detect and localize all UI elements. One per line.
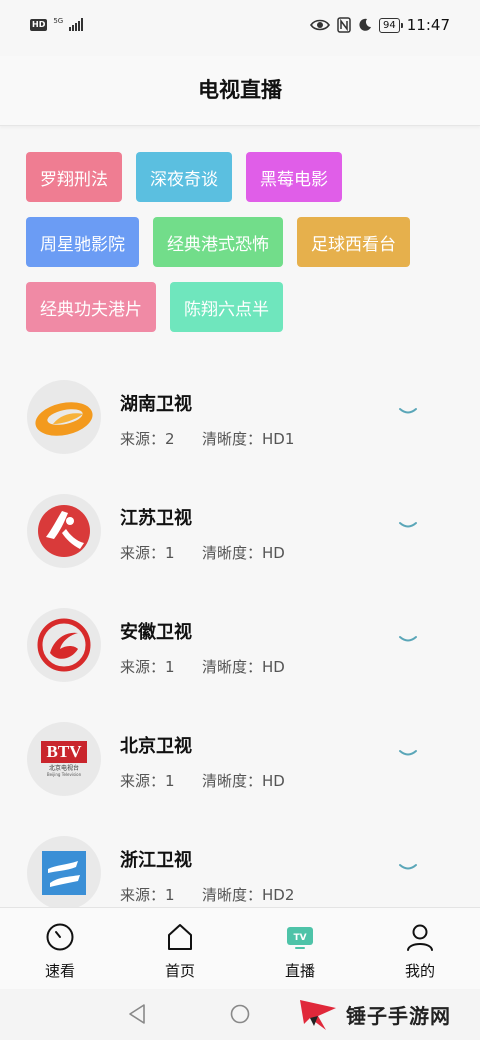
channel-source: 来源：1 (120, 658, 175, 676)
btv-logo: BTV 北京电视台 Beijing Television (27, 722, 101, 796)
channel-list: 湖南卫视 来源：2 清晰度：HD1 江苏卫视 来源：1 清晰度：HD 安徽卫视 … (0, 366, 480, 936)
svg-text:TV: TV (293, 933, 306, 943)
chevron-down-icon[interactable] (398, 406, 418, 418)
network-label: 5G (53, 16, 64, 25)
nav-item-home[interactable]: 首页 (120, 908, 240, 989)
hd-badge: HD (30, 18, 48, 31)
status-right: 94 11:47 (310, 16, 450, 34)
channel-row-hunan[interactable]: 湖南卫视 来源：2 清晰度：HD1 (0, 366, 480, 480)
channel-row-anhui[interactable]: 安徽卫视 来源：1 清晰度：HD (0, 594, 480, 708)
chevron-down-icon[interactable] (398, 634, 418, 646)
nav-item-live[interactable]: TV 直播 (240, 908, 360, 989)
channel-source: 来源：1 (120, 886, 175, 904)
hunan-tv-logo (27, 380, 101, 454)
channel-meta: 来源：1 清晰度：HD2 (120, 884, 294, 905)
anhui-tv-logo (27, 608, 101, 682)
channel-meta: 来源：1 清晰度：HD (120, 656, 285, 677)
channel-source: 来源：2 (120, 430, 175, 448)
channel-clarity: 清晰度：HD (202, 772, 285, 790)
watermark-logo-icon (300, 1000, 336, 1030)
channel-clarity: 清晰度：HD (202, 658, 285, 676)
channel-clarity: 清晰度：HD (202, 544, 285, 562)
user-icon (407, 924, 433, 951)
channel-row-jiangsu[interactable]: 江苏卫视 来源：1 清晰度：HD (0, 480, 480, 594)
nav-label: 首页 (164, 962, 195, 980)
channel-source: 来源：1 (120, 772, 175, 790)
zhejiang-tv-logo (27, 836, 101, 910)
category-tag[interactable]: 经典功夫港片 (26, 282, 156, 332)
nav-label: 速看 (44, 962, 75, 980)
category-tag[interactable]: 足球西看台 (297, 217, 410, 267)
watermark: 锤子手游网 (296, 994, 451, 1034)
watermark-text: 锤子手游网 (346, 1003, 451, 1028)
status-bar: HD 5G 94 11:47 (0, 0, 480, 56)
btv-logo-sub: 北京电视台 (48, 765, 79, 772)
bottom-nav: 速看 首页 TV 直播 我的 (0, 907, 480, 989)
channel-name: 北京卫视 (120, 736, 192, 757)
nav-item-quick-view[interactable]: 速看 (0, 908, 120, 989)
jiangsu-tv-logo (27, 494, 101, 568)
channel-source: 来源：1 (120, 544, 175, 562)
category-tag[interactable]: 周星驰影院 (26, 217, 139, 267)
category-tag[interactable]: 陈翔六点半 (170, 282, 283, 332)
battery-indicator: 94 (379, 17, 403, 33)
btv-logo-text: BTV (40, 741, 88, 763)
status-left: HD 5G (30, 16, 84, 31)
chevron-down-icon[interactable] (398, 520, 418, 532)
channel-name: 江苏卫视 (120, 508, 192, 529)
channel-name: 浙江卫视 (120, 850, 192, 871)
channel-meta: 来源：1 清晰度：HD (120, 770, 285, 791)
chevron-down-icon[interactable] (398, 748, 418, 760)
channel-name: 湖南卫视 (120, 394, 192, 415)
clock-icon (46, 923, 74, 951)
category-tag[interactable]: 黑莓电影 (246, 152, 342, 202)
btv-logo-sub2: Beijing Television (46, 772, 82, 777)
nav-label: 直播 (284, 962, 315, 980)
channel-clarity: 清晰度：HD2 (202, 886, 295, 904)
chevron-down-icon[interactable] (398, 862, 418, 874)
nav-item-mine[interactable]: 我的 (360, 908, 480, 989)
nfc-icon (337, 17, 351, 33)
tv-icon: TV (287, 927, 313, 949)
channel-clarity: 清晰度：HD1 (202, 430, 295, 448)
header: 电视直播 (0, 56, 480, 126)
moon-icon (359, 18, 372, 31)
category-tag[interactable]: 经典港式恐怖 (153, 217, 283, 267)
channel-name: 安徽卫视 (120, 622, 192, 643)
category-tag[interactable]: 罗翔刑法 (26, 152, 122, 202)
home-icon (168, 924, 192, 950)
channel-meta: 来源：2 清晰度：HD1 (120, 428, 294, 449)
channel-meta: 来源：1 清晰度：HD (120, 542, 285, 563)
page-title: 电视直播 (198, 78, 282, 102)
channel-row-beijing[interactable]: BTV 北京电视台 Beijing Television 北京卫视 来源：1 清… (0, 708, 480, 822)
clock: 11:47 (406, 16, 450, 34)
back-icon[interactable] (127, 1003, 147, 1025)
category-tag[interactable]: 深夜奇谈 (136, 152, 232, 202)
signal-icon (69, 18, 84, 31)
category-tags: 罗翔刑法 深夜奇谈 黑莓电影周星驰影院 经典港式恐怖 足球西看台经典功夫港片 陈翔六点半 (26, 152, 466, 332)
home-circle-icon[interactable] (230, 1004, 250, 1024)
eye-icon (310, 19, 330, 31)
nav-label: 我的 (404, 962, 435, 980)
